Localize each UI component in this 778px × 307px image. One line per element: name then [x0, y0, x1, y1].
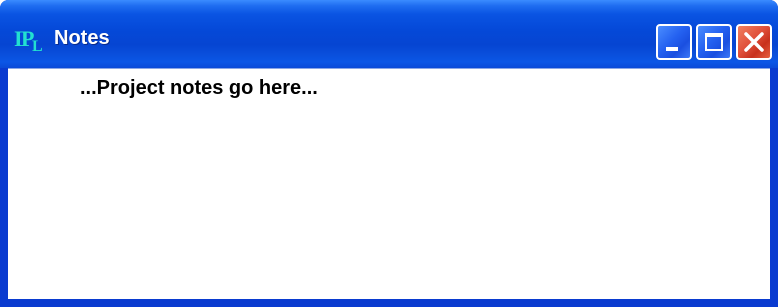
- notes-window: I P L Notes ...Project notes go here...: [0, 0, 778, 307]
- maximize-button[interactable]: [696, 24, 732, 60]
- notes-text: ...Project notes go here...: [80, 77, 318, 99]
- minimize-icon: [666, 47, 678, 51]
- close-icon: [744, 32, 764, 52]
- app-logo-icon: I P L: [14, 26, 43, 52]
- svg-text:L: L: [32, 38, 43, 52]
- close-button[interactable]: [736, 24, 772, 60]
- title-bar[interactable]: I P L Notes: [0, 0, 778, 68]
- notes-content-area[interactable]: ...Project notes go here...: [8, 68, 770, 299]
- maximize-icon: [705, 33, 723, 51]
- minimize-button[interactable]: [656, 24, 692, 60]
- window-title: Notes: [54, 27, 110, 49]
